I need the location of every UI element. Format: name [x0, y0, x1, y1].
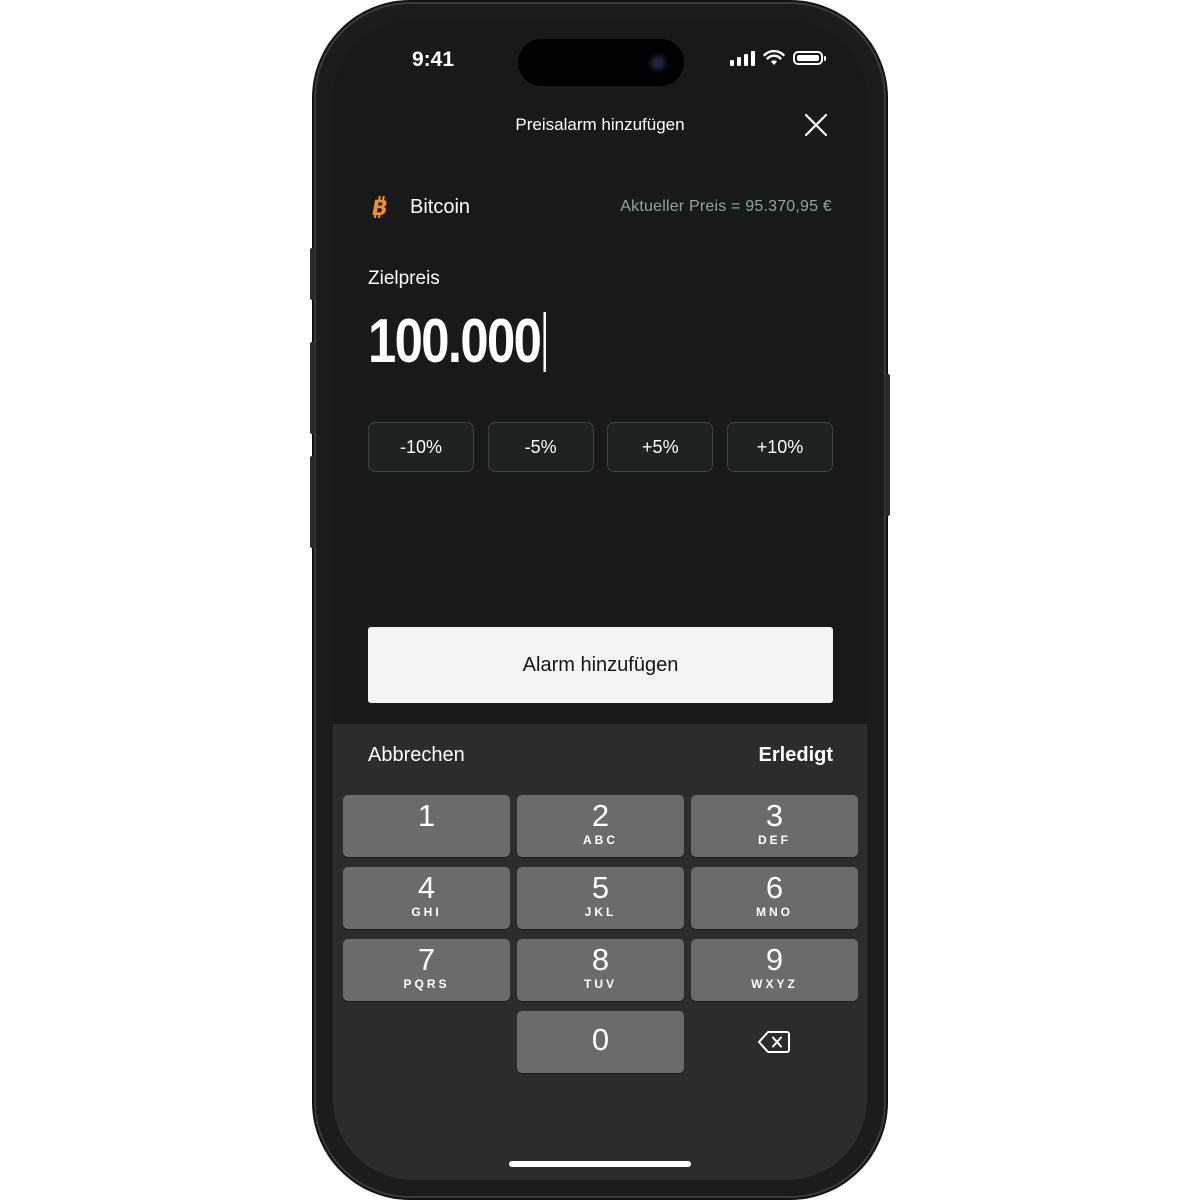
- mute-switch: [310, 248, 315, 300]
- target-price-label: Zielpreis: [368, 268, 440, 289]
- key-0[interactable]: 0: [517, 1011, 684, 1073]
- plus-5-percent-button[interactable]: +5%: [607, 422, 714, 472]
- percent-buttons: -10% -5% +5% +10%: [368, 422, 833, 472]
- target-price-value: 100.000: [368, 307, 542, 376]
- volume-up-button: [310, 342, 315, 434]
- minus-5-percent-button[interactable]: -5%: [487, 422, 594, 472]
- screen: 9:41 Preisalarm hinzufügen B Bitcoin Akt…: [333, 20, 867, 1180]
- key-5[interactable]: 5 JKL: [517, 867, 684, 929]
- coin-name: Bitcoin: [410, 195, 471, 218]
- key-6[interactable]: 6 MNO: [691, 867, 858, 929]
- power-button: [885, 374, 890, 516]
- minus-10-percent-button[interactable]: -10%: [368, 422, 474, 472]
- numeric-keyboard: Abbrechen Erledigt 1 2 ABC 3 DEF 4 GHI 5…: [333, 724, 867, 1180]
- dynamic-island: [518, 39, 684, 86]
- bitcoin-icon: B: [370, 195, 390, 219]
- battery-icon: [793, 51, 826, 65]
- cancel-button[interactable]: Abbrechen: [368, 744, 465, 767]
- key-9[interactable]: 9 WXYZ: [691, 939, 858, 1001]
- coin-row: B Bitcoin Aktueller Preis = 95.370,95 €: [368, 192, 832, 222]
- target-price-input[interactable]: 100.000: [368, 306, 547, 377]
- key-4[interactable]: 4 GHI: [343, 867, 510, 929]
- current-price: Aktueller Preis = 95.370,95 €: [620, 198, 832, 215]
- key-1[interactable]: 1: [343, 795, 510, 857]
- add-alarm-button[interactable]: Alarm hinzufügen: [368, 627, 833, 703]
- wifi-icon: [763, 50, 785, 65]
- camera-icon: [648, 53, 668, 73]
- cellular-signal-icon: [730, 50, 755, 66]
- plus-10-percent-button[interactable]: +10%: [726, 422, 833, 472]
- volume-down-button: [310, 456, 315, 548]
- text-caret: [543, 311, 547, 372]
- key-7[interactable]: 7 PQRS: [343, 939, 510, 1001]
- done-button[interactable]: Erledigt: [759, 744, 833, 767]
- status-icons: [730, 50, 826, 66]
- key-8[interactable]: 8 TUV: [517, 939, 684, 1001]
- backspace-icon[interactable]: [757, 1029, 791, 1055]
- close-icon[interactable]: [803, 112, 829, 138]
- home-indicator: [509, 1161, 691, 1167]
- key-3[interactable]: 3 DEF: [691, 795, 858, 857]
- page-title: Preisalarm hinzufügen: [515, 115, 685, 134]
- key-2[interactable]: 2 ABC: [517, 795, 684, 857]
- status-time: 9:41: [411, 48, 455, 71]
